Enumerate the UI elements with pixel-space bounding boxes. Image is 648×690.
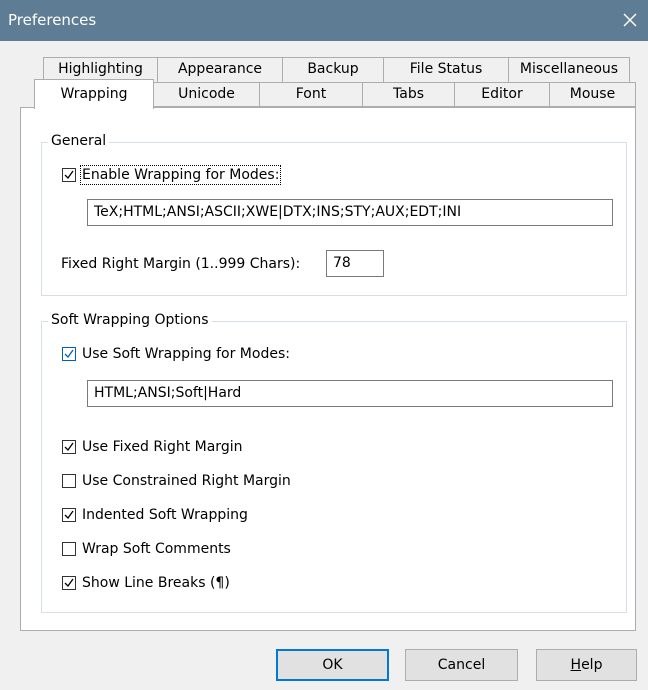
tab-unicode[interactable]: Unicode [153,82,260,107]
window-title: Preferences [8,11,97,29]
tab-font[interactable]: Font [259,82,363,107]
tab-tabs[interactable]: Tabs [362,82,455,107]
option-wrap-soft-comments-checkbox[interactable] [62,542,76,556]
option-wrap-soft-comments-row[interactable]: Wrap Soft Comments [62,539,231,559]
close-icon[interactable] [616,6,644,34]
option-show-line-breaks-checkbox[interactable] [62,576,76,590]
option-show-line-breaks-label: Show Line Breaks (¶) [82,575,230,591]
tab-row-bottom: Wrapping Unicode Font Tabs Editor Mouse [20,79,636,109]
fixed-margin-label: Fixed Right Margin (1..999 Chars): [61,256,301,272]
option-indented-soft-wrapping-row[interactable]: Indented Soft Wrapping [62,505,248,525]
help-button[interactable]: Help [536,649,637,681]
use-soft-wrapping-checkbox[interactable] [62,347,76,361]
option-wrap-soft-comments-label: Wrap Soft Comments [82,541,231,557]
enable-wrapping-label[interactable]: Enable Wrapping for Modes: [79,165,282,185]
option-fixed-right-margin-label: Use Fixed Right Margin [82,439,243,455]
soft-wrapping-modes-input[interactable]: HTML;ANSI;Soft|Hard [87,380,613,407]
option-constrained-right-margin-checkbox[interactable] [62,474,76,488]
wrapping-panel: General Enable Wrapping for Modes: TeX;H… [20,107,636,631]
option-fixed-right-margin-checkbox[interactable] [62,440,76,454]
wrapping-modes-input[interactable]: TeX;HTML;ANSI;ASCII;XWE|DTX;INS;STY;AUX;… [87,199,613,226]
enable-wrapping-checkbox[interactable] [62,168,76,182]
ok-button[interactable]: OK [276,649,389,681]
title-bar: Preferences [0,0,648,41]
option-show-line-breaks-row[interactable]: Show Line Breaks (¶) [62,573,230,593]
cancel-button[interactable]: Cancel [405,649,518,681]
use-soft-wrapping-row[interactable]: Use Soft Wrapping for Modes: [62,344,290,364]
fixed-margin-input[interactable]: 78 [326,250,384,277]
option-constrained-right-margin-label: Use Constrained Right Margin [82,473,291,489]
general-legend: General [48,133,110,149]
tab-editor[interactable]: Editor [454,82,550,107]
tab-wrapping[interactable]: Wrapping [34,79,154,109]
use-soft-wrapping-label: Use Soft Wrapping for Modes: [82,346,290,362]
soft-wrapping-group: Soft Wrapping Options Use Soft Wrapping … [41,312,627,613]
soft-wrapping-legend: Soft Wrapping Options [48,312,212,328]
general-group: General Enable Wrapping for Modes: TeX;H… [41,133,627,296]
option-indented-soft-wrapping-label: Indented Soft Wrapping [82,507,248,523]
option-indented-soft-wrapping-checkbox[interactable] [62,508,76,522]
tab-miscellaneous[interactable]: Miscellaneous [508,57,630,82]
tab-file-status[interactable]: File Status [383,57,509,82]
tab-backup[interactable]: Backup [282,57,384,82]
option-constrained-right-margin-row[interactable]: Use Constrained Right Margin [62,471,291,491]
option-fixed-right-margin-row[interactable]: Use Fixed Right Margin [62,437,242,457]
tab-mouse[interactable]: Mouse [549,82,636,107]
enable-wrapping-checkbox-row[interactable]: Enable Wrapping for Modes: [62,165,282,185]
tab-appearance[interactable]: Appearance [157,57,283,82]
